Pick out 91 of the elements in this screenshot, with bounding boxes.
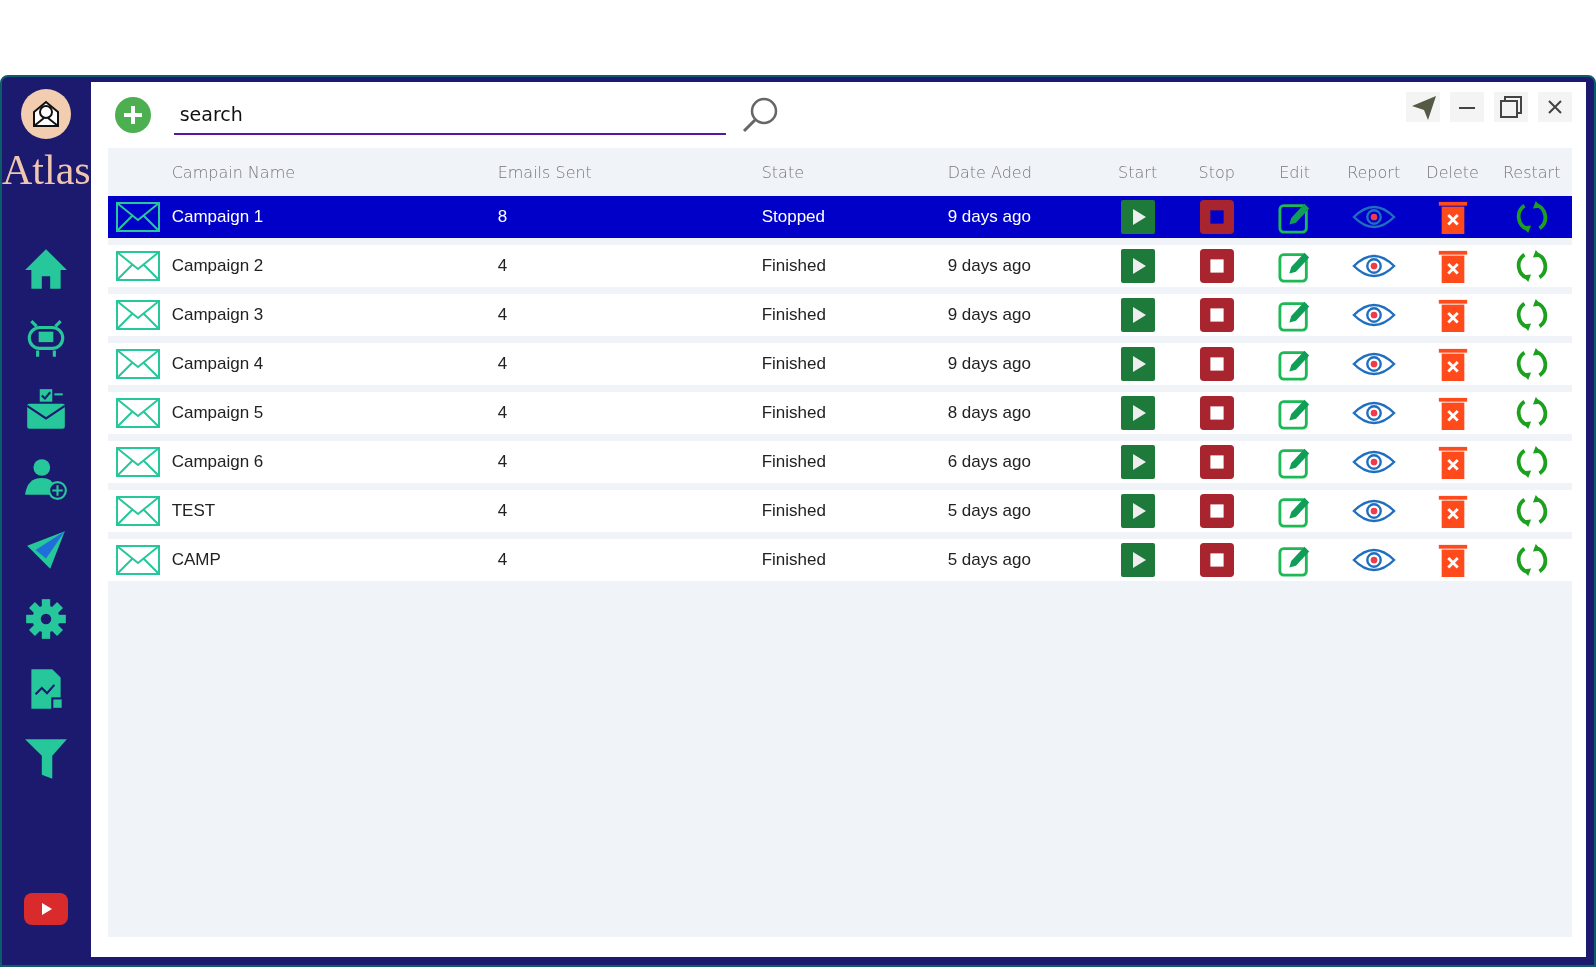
table-cell-text: 6 days ago [947, 452, 1032, 472]
restart-icon[interactable] [1514, 249, 1549, 283]
restart-icon[interactable] [1514, 347, 1549, 381]
close-icon[interactable] [1537, 92, 1572, 122]
table-cell-text: Stopped [761, 207, 826, 227]
play-icon[interactable] [1120, 445, 1155, 479]
table-cell-text: Finished [761, 305, 827, 325]
restore-icon[interactable] [1493, 92, 1528, 122]
stop-icon[interactable] [1199, 347, 1234, 381]
table-row[interactable]: Campaign 3 4 Finished 9 days ago [107, 294, 1572, 336]
table-cell-text: 4 [497, 501, 509, 521]
table-cell-text: Campaign 6 [171, 452, 265, 472]
envelope-icon [115, 202, 160, 232]
table-cell-text: Campaign 2 [171, 256, 265, 276]
table-cell-text: 9 days ago [947, 207, 1032, 227]
table-cell-text: 4 [497, 305, 509, 325]
table-cell-text: Campaign 3 [171, 305, 265, 325]
table-row[interactable]: Campaign 2 4 Finished 9 days ago [107, 245, 1572, 287]
table-cell-text: Finished [761, 354, 827, 374]
envelope-icon [115, 349, 160, 379]
stop-icon[interactable] [1199, 396, 1234, 430]
table-cell-text: 4 [497, 403, 509, 423]
table-cell-text: Finished [761, 501, 827, 521]
play-icon[interactable] [1120, 494, 1155, 528]
table-row[interactable]: Campaign 5 4 Finished 8 days ago [107, 392, 1572, 434]
play-icon[interactable] [1120, 298, 1155, 332]
column-header: Edit [1278, 162, 1312, 182]
play-icon[interactable] [1120, 543, 1155, 577]
app-name: Atlas [2, 146, 91, 194]
table-cell-text: CAMP [171, 550, 222, 570]
envelope-icon [115, 447, 160, 477]
paper-plane-icon[interactable] [1405, 92, 1440, 122]
stop-icon[interactable] [1199, 543, 1234, 577]
table-cell-text: Finished [761, 550, 827, 570]
add-user-icon[interactable] [23, 456, 70, 502]
restart-icon[interactable] [1514, 543, 1549, 577]
column-header: Restart [1501, 162, 1562, 182]
column-header: Delete [1425, 162, 1480, 182]
minimize-icon[interactable] [1449, 92, 1484, 122]
table-cell-text: 9 days ago [947, 305, 1032, 325]
table-cell-text: Campaign 1 [171, 207, 265, 227]
table-cell-text: Campaign 5 [171, 403, 265, 423]
video-play-icon[interactable] [24, 893, 69, 925]
play-icon[interactable] [1120, 200, 1155, 234]
envelope-icon [115, 545, 160, 575]
table-row[interactable]: Campaign 6 4 Finished 6 days ago [107, 441, 1572, 483]
play-icon[interactable] [1120, 249, 1155, 283]
envelope-icon [115, 398, 160, 428]
column-header: Stop [1197, 162, 1236, 182]
stop-icon[interactable] [1199, 494, 1234, 528]
column-header: Emails Sent [497, 162, 593, 182]
table-cell-text: 4 [497, 354, 509, 374]
table-cell-text: 9 days ago [947, 354, 1032, 374]
column-header: Report [1346, 162, 1402, 182]
play-icon[interactable] [1120, 396, 1155, 430]
stop-icon[interactable] [1199, 298, 1234, 332]
envelope-icon [115, 300, 160, 330]
table-cell-text: Campaign 4 [171, 354, 265, 374]
envelope-icon [115, 496, 160, 526]
restart-icon[interactable] [1514, 445, 1549, 479]
table-row[interactable]: Campaign 4 4 Finished 9 days ago [107, 343, 1572, 385]
table-row[interactable]: Campaign 1 8 Stopped 9 days ago [107, 196, 1572, 238]
table-cell-text: 5 days ago [947, 501, 1032, 521]
table-cell-text: 9 days ago [947, 256, 1032, 276]
table-cell-text: 4 [497, 256, 509, 276]
table-cell-text: 4 [497, 452, 509, 472]
stop-icon[interactable] [1199, 249, 1234, 283]
restart-icon[interactable] [1514, 200, 1549, 234]
add-icon[interactable] [113, 96, 152, 134]
table-cell-text: Finished [761, 256, 827, 276]
play-icon[interactable] [1120, 347, 1155, 381]
column-header: State [761, 162, 805, 182]
table-cell-text: Finished [761, 403, 827, 423]
column-header: Campain Name [171, 162, 297, 182]
table-cell-text: 5 days ago [947, 550, 1032, 570]
envelope-logo-icon [20, 88, 73, 140]
envelope-icon [115, 251, 160, 281]
filter-icon[interactable] [23, 736, 70, 782]
table-row[interactable]: CAMP 4 Finished 5 days ago [107, 539, 1572, 581]
restart-icon[interactable] [1514, 298, 1549, 332]
table-cell-text: TEST [171, 501, 217, 521]
table-cell-text: Finished [761, 452, 827, 472]
restart-icon[interactable] [1514, 494, 1549, 528]
restart-icon[interactable] [1514, 396, 1549, 430]
stop-icon[interactable] [1199, 445, 1234, 479]
table-cell-text: 8 [497, 207, 509, 227]
column-header: Date Aded [947, 162, 1033, 182]
column-header: Start [1117, 162, 1159, 182]
table-cell-text: 8 days ago [947, 403, 1032, 423]
table-row[interactable]: TEST 4 Finished 5 days ago [107, 490, 1572, 532]
table-cell-text: 4 [497, 550, 509, 570]
